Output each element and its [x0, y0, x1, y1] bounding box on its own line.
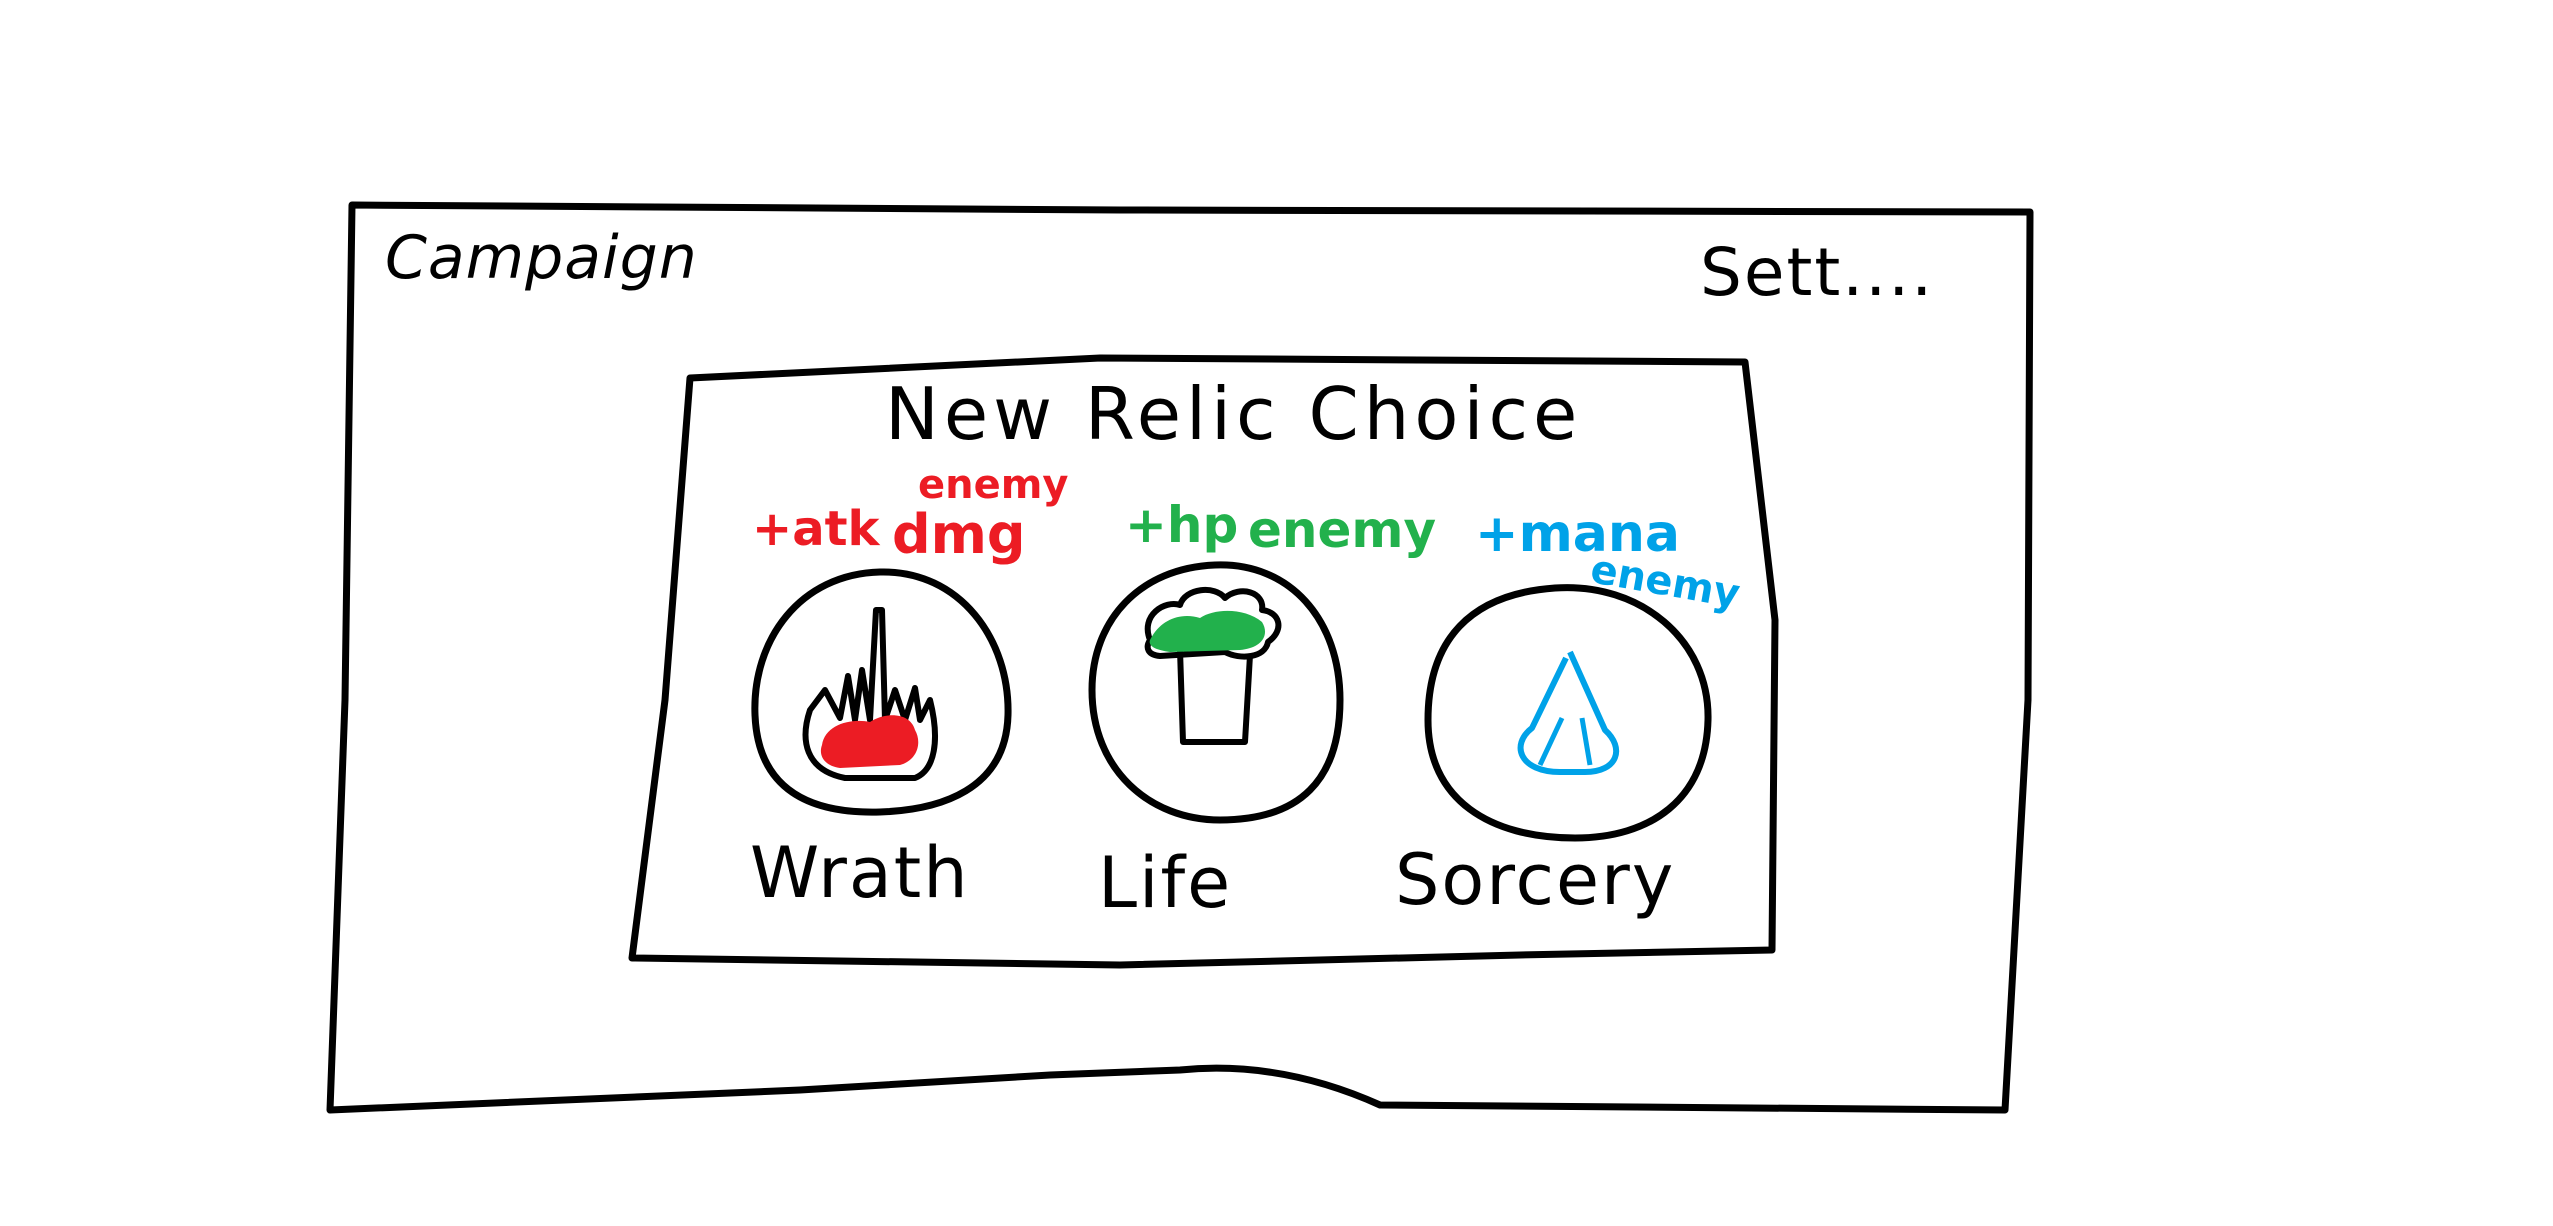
wrath-bonus-target-top: enemy	[918, 462, 1069, 508]
sorcery-label: Sorcery	[1395, 839, 1676, 921]
wrath-relic-option[interactable]	[752, 568, 1012, 816]
wrath-label: Wrath	[750, 832, 970, 914]
wrath-bonus-main: +atk	[752, 501, 880, 557]
campaign-button[interactable]: Campaign	[385, 228, 698, 288]
sorcery-bonus-main: +mana	[1475, 504, 1680, 564]
settings-button[interactable]: Sett....	[1700, 240, 1934, 306]
life-label: Life	[1098, 842, 1233, 924]
life-bonus-main: +hp	[1125, 496, 1239, 554]
game-screen: Campaign Sett.... New Relic Choice +atk …	[0, 0, 2553, 1226]
life-relic-option[interactable]	[1090, 562, 1342, 822]
relic-choice-title: New Relic Choice	[885, 372, 1583, 456]
wrath-bonus-target-bottom: dmg	[892, 503, 1026, 566]
life-bonus-target: enemy	[1248, 501, 1437, 559]
sorcery-relic-option[interactable]	[1426, 585, 1710, 841]
